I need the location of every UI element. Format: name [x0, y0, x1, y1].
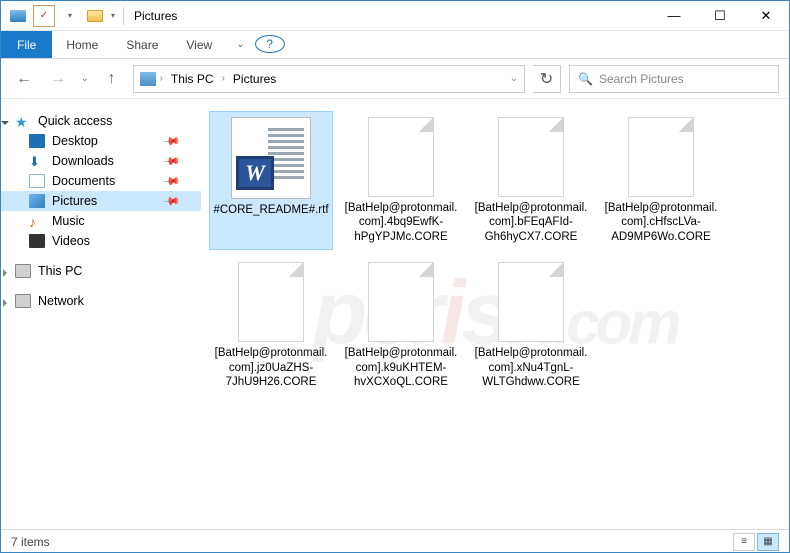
star-icon: ★	[15, 114, 31, 128]
downloads-icon: ⬇	[29, 154, 45, 168]
sidebar-item-music[interactable]: ♪ Music	[1, 211, 201, 231]
blank-file-icon	[238, 262, 304, 342]
file-name: [BatHelp@protonmail.com].k9uKHTEM-hvXCXo…	[343, 346, 459, 389]
qat-dropdown-icon[interactable]: ▾	[59, 5, 81, 27]
sidebar-item-label: Downloads	[52, 154, 114, 168]
sidebar-item-label: Pictures	[52, 194, 97, 208]
item-count: 7 items	[11, 535, 50, 549]
window-title: Pictures	[134, 9, 177, 23]
navigation-bar: ← → ⌄ ↑ › This PC › Pictures ⌄ ↻ 🔍 Searc…	[1, 59, 789, 99]
quick-access-toolbar: ✓ ▾ ▾	[7, 5, 117, 27]
address-bar[interactable]: › This PC › Pictures ⌄	[133, 65, 525, 93]
refresh-button[interactable]: ↻	[533, 65, 561, 93]
file-item[interactable]: [BatHelp@protonmail.com].cHfscLVa-AD9MP6…	[599, 111, 723, 250]
sidebar-this-pc[interactable]: This PC	[1, 261, 201, 281]
file-item[interactable]: [BatHelp@protonmail.com].xNu4TgnL-WLTGhd…	[469, 256, 593, 395]
file-item[interactable]: [BatHelp@protonmail.com].jz0UaZHS-7JhU9H…	[209, 256, 333, 395]
tab-view[interactable]: View	[172, 31, 226, 58]
docs-icon	[29, 174, 45, 188]
sidebar-item-documents[interactable]: Documents 📌	[1, 171, 201, 191]
blank-file-icon	[498, 117, 564, 197]
sidebar-item-label: Music	[52, 214, 85, 228]
recent-locations-icon[interactable]: ⌄	[79, 73, 91, 84]
sidebar-item-downloads[interactable]: ⬇ Downloads 📌	[1, 151, 201, 171]
videos-icon	[29, 234, 45, 248]
forward-button[interactable]: →	[45, 66, 71, 92]
blank-file-icon	[498, 262, 564, 342]
search-placeholder: Search Pictures	[599, 72, 684, 86]
window-controls: — ☐ ✕	[651, 1, 789, 31]
sidebar-item-label: Videos	[52, 234, 90, 248]
maximize-button[interactable]: ☐	[697, 1, 743, 31]
sidebar-item-pictures[interactable]: Pictures 📌	[1, 191, 201, 211]
pics-icon	[29, 194, 45, 208]
file-name: [BatHelp@protonmail.com].bFEqAFId-Gh6hyC…	[473, 201, 589, 244]
back-button[interactable]: ←	[11, 66, 37, 92]
computer-icon	[15, 264, 31, 278]
sidebar-label: Quick access	[38, 114, 112, 128]
status-bar: 7 items ≡ ▦	[1, 529, 789, 553]
sidebar-label: This PC	[38, 264, 82, 278]
file-name: #CORE_README#.rtf	[213, 203, 328, 217]
search-input[interactable]: 🔍 Search Pictures	[569, 65, 779, 93]
file-name: [BatHelp@protonmail.com].jz0UaZHS-7JhU9H…	[213, 346, 329, 389]
qat-customize-icon[interactable]: ▾	[109, 11, 117, 20]
properties-icon[interactable]: ✓	[33, 5, 55, 27]
chevron-right-icon[interactable]: ›	[160, 73, 163, 84]
close-button[interactable]: ✕	[743, 1, 789, 31]
navigation-pane: ★ Quick access Desktop📌⬇Downloads📌Docume…	[1, 99, 201, 529]
main-area: ★ Quick access Desktop📌⬇Downloads📌Docume…	[1, 99, 789, 529]
breadcrumb-pictures[interactable]: Pictures	[229, 70, 280, 88]
expand-ribbon-icon[interactable]: ⌄	[226, 31, 254, 58]
pin-icon: 📌	[163, 132, 182, 151]
blank-file-icon	[368, 262, 434, 342]
file-item[interactable]: [BatHelp@protonmail.com].k9uKHTEM-hvXCXo…	[339, 256, 463, 395]
file-tab[interactable]: File	[1, 31, 52, 58]
sidebar-quick-access[interactable]: ★ Quick access	[1, 111, 201, 131]
folder-icon	[87, 10, 103, 22]
file-name: [BatHelp@protonmail.com].xNu4TgnL-WLTGhd…	[473, 346, 589, 389]
sidebar-item-videos[interactable]: Videos	[1, 231, 201, 251]
separator	[123, 7, 124, 25]
sidebar-item-label: Documents	[52, 174, 115, 188]
pin-icon: 📌	[163, 172, 182, 191]
file-item[interactable]: W #CORE_README#.rtf	[209, 111, 333, 250]
chevron-right-icon[interactable]: ›	[222, 73, 225, 84]
blank-file-icon	[628, 117, 694, 197]
file-list[interactable]: pcrisk.com W#CORE_README#.rtf[BatHelp@pr…	[201, 99, 789, 529]
up-button[interactable]: ↑	[99, 66, 125, 92]
help-icon[interactable]: ?	[255, 35, 285, 53]
details-view-button[interactable]: ≡	[733, 533, 755, 551]
location-icon	[140, 72, 156, 86]
search-icon: 🔍	[578, 72, 593, 86]
desktop-icon	[29, 134, 45, 148]
network-icon	[15, 294, 31, 308]
title-bar: ✓ ▾ ▾ Pictures — ☐ ✕	[1, 1, 789, 31]
address-dropdown-icon[interactable]: ⌄	[510, 73, 518, 84]
file-item[interactable]: [BatHelp@protonmail.com].4bq9EwfK-hPgYPJ…	[339, 111, 463, 250]
sidebar-label: Network	[38, 294, 84, 308]
ribbon-tabs: File Home Share View ⌄ ?	[1, 31, 789, 59]
sidebar-network[interactable]: Network	[1, 291, 201, 311]
sidebar-item-label: Desktop	[52, 134, 98, 148]
file-name: [BatHelp@protonmail.com].cHfscLVa-AD9MP6…	[603, 201, 719, 244]
pin-icon: 📌	[163, 152, 182, 171]
sidebar-item-desktop[interactable]: Desktop 📌	[1, 131, 201, 151]
music-icon: ♪	[29, 214, 45, 228]
pin-icon: 📌	[163, 192, 182, 211]
tab-share[interactable]: Share	[112, 31, 172, 58]
minimize-button[interactable]: —	[651, 1, 697, 31]
blank-file-icon	[368, 117, 434, 197]
explorer-icon	[7, 5, 29, 27]
file-item[interactable]: [BatHelp@protonmail.com].bFEqAFId-Gh6hyC…	[469, 111, 593, 250]
rtf-file-icon: W	[231, 117, 311, 199]
icons-view-button[interactable]: ▦	[757, 533, 779, 551]
tab-home[interactable]: Home	[52, 31, 112, 58]
file-name: [BatHelp@protonmail.com].4bq9EwfK-hPgYPJ…	[343, 201, 459, 244]
breadcrumb-thispc[interactable]: This PC	[167, 70, 218, 88]
